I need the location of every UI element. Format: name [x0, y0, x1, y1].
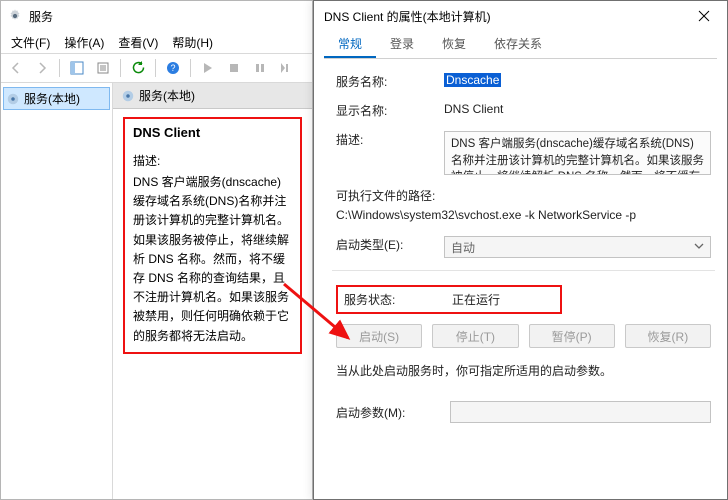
forward-button[interactable] — [31, 57, 53, 79]
tree-root-services-local[interactable]: 服务(本地) — [3, 87, 110, 110]
menu-file[interactable]: 文件(F) — [5, 32, 56, 53]
tab-recovery[interactable]: 恢复 — [428, 31, 480, 58]
tab-dependencies[interactable]: 依存关系 — [480, 31, 556, 58]
toolbar-separator — [59, 59, 60, 77]
gear-icon — [121, 89, 135, 103]
detail-header-label: 服务(本地) — [139, 87, 195, 104]
value-service-status: 正在运行 — [452, 291, 500, 308]
chevron-down-icon — [694, 241, 704, 251]
menu-view[interactable]: 查看(V) — [112, 32, 164, 53]
back-button[interactable] — [5, 57, 27, 79]
value-display-name: DNS Client — [444, 102, 711, 116]
value-description[interactable]: DNS 客户端服务(dnscache)缓存域名系统(DNS)名称并注册该计算机的… — [444, 131, 711, 175]
toolbar-separator — [120, 59, 121, 77]
services-icon — [7, 8, 23, 24]
mmc-menubar: 文件(F) 操作(A) 查看(V) 帮助(H) — [1, 31, 312, 53]
services-window: 服务 文件(F) 操作(A) 查看(V) 帮助(H) ? 服务(本地) — [0, 0, 313, 500]
properties-titlebar[interactable]: DNS Client 的属性(本地计算机) — [314, 1, 727, 31]
label-description: 描述: — [336, 131, 444, 148]
start-params-input[interactable] — [450, 401, 711, 423]
label-exe-path: 可执行文件的路径: — [336, 187, 711, 204]
value-startup-type: 自动 — [451, 239, 475, 256]
stop-service-button[interactable] — [223, 57, 245, 79]
tree-root-label: 服务(本地) — [24, 90, 80, 107]
annotation-status-box: 服务状态: 正在运行 — [336, 285, 562, 314]
mmc-tree[interactable]: 服务(本地) — [1, 83, 113, 499]
properties-tabs: 常规 登录 恢复 依存关系 — [314, 31, 727, 58]
annotation-box: DNS Client 描述: DNS 客户端服务(dnscache)缓存域名系统… — [123, 117, 302, 354]
label-service-status: 服务状态: — [344, 291, 452, 308]
description-label: 描述: — [133, 152, 292, 169]
restart-service-button[interactable] — [275, 57, 297, 79]
label-display-name: 显示名称: — [336, 102, 444, 119]
tab-logon[interactable]: 登录 — [376, 31, 428, 58]
mmc-title: 服务 — [29, 8, 53, 25]
toolbar-separator — [155, 59, 156, 77]
detail-header: 服务(本地) — [113, 83, 312, 109]
start-button[interactable]: 启动(S) — [336, 324, 422, 348]
refresh-button[interactable] — [127, 57, 149, 79]
mmc-toolbar: ? — [1, 53, 312, 83]
value-exe-path: C:\Windows\system32\svchost.exe -k Netwo… — [336, 208, 711, 222]
label-startup-type: 启动类型(E): — [336, 236, 444, 253]
close-button[interactable] — [681, 1, 727, 31]
label-start-params: 启动参数(M): — [336, 404, 444, 421]
menu-help[interactable]: 帮助(H) — [166, 32, 219, 53]
menu-action[interactable]: 操作(A) — [58, 32, 110, 53]
toolbar-separator — [190, 59, 191, 77]
properties-button[interactable] — [92, 57, 114, 79]
start-params-hint: 当从此处启动服务时，你可指定所适用的启动参数。 — [336, 362, 711, 379]
value-service-name[interactable]: Dnscache — [444, 73, 501, 87]
gear-icon — [6, 92, 20, 106]
pause-service-button[interactable] — [249, 57, 271, 79]
show-hide-tree-button[interactable] — [66, 57, 88, 79]
tab-divider — [324, 58, 717, 59]
label-service-name: 服务名称: — [336, 73, 444, 90]
divider — [332, 270, 715, 271]
help-button[interactable]: ? — [162, 57, 184, 79]
properties-title: DNS Client 的属性(本地计算机) — [324, 8, 491, 25]
startup-type-combo[interactable]: 自动 — [444, 236, 711, 258]
service-title: DNS Client — [133, 125, 292, 140]
svg-text:?: ? — [170, 63, 175, 73]
service-control-buttons: 启动(S) 停止(T) 暂停(P) 恢复(R) — [336, 324, 711, 348]
close-icon — [698, 10, 710, 22]
resume-button[interactable]: 恢复(R) — [625, 324, 711, 348]
tab-general[interactable]: 常规 — [324, 31, 376, 58]
pause-button[interactable]: 暂停(P) — [529, 324, 615, 348]
stop-button[interactable]: 停止(T) — [432, 324, 518, 348]
mmc-titlebar[interactable]: 服务 — [1, 1, 312, 31]
mmc-detail-pane: 服务(本地) DNS Client 描述: DNS 客户端服务(dnscache… — [113, 83, 312, 499]
service-properties-dialog: DNS Client 的属性(本地计算机) 常规 登录 恢复 依存关系 服务名称… — [313, 0, 728, 500]
start-service-button[interactable] — [197, 57, 219, 79]
description-text: DNS 客户端服务(dnscache)缓存域名系统(DNS)名称并注册该计算机的… — [133, 173, 292, 346]
